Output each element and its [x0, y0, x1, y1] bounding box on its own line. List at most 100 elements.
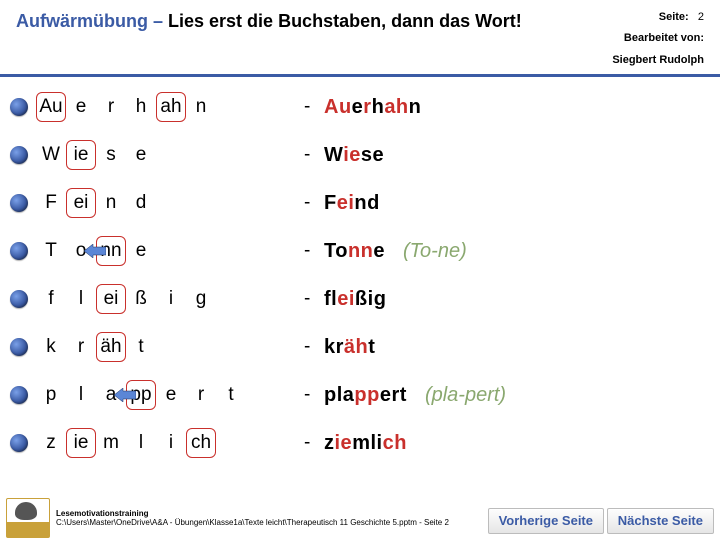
- letter-cell-boxed: ei: [66, 188, 96, 218]
- bullet-icon: [10, 386, 28, 404]
- letter-cell: [156, 188, 186, 218]
- letter-cell: i: [156, 428, 186, 458]
- letter-cell: ß: [126, 284, 156, 314]
- letter-cell-boxed: nn: [96, 236, 126, 266]
- pronunciation-hint: (To-ne): [403, 240, 467, 263]
- bullet-icon: [10, 194, 28, 212]
- dash: -: [304, 144, 324, 166]
- letter-cells: fleißig: [36, 284, 296, 314]
- next-page-button[interactable]: Nächste Seite: [607, 508, 714, 534]
- page-number: 2: [698, 11, 704, 23]
- letter-cell-boxed: äh: [96, 332, 126, 362]
- footer-text: Lesemotivationstraining C:\Users\Master\…: [56, 510, 449, 528]
- letter-cell: [246, 140, 276, 170]
- bullet-icon: [10, 146, 28, 164]
- dash: -: [304, 96, 324, 118]
- letter-cell: h: [126, 92, 156, 122]
- letter-cell: [246, 236, 276, 266]
- title-rest: Lies erst die Buchstaben, dann das Wort!: [168, 11, 522, 31]
- editor-label: Bearbeitet von:: [612, 31, 704, 46]
- letter-cell: r: [66, 332, 96, 362]
- letter-cell: [216, 140, 246, 170]
- letter-cells: Feind: [36, 188, 296, 218]
- letter-cell: [246, 380, 276, 410]
- dash: -: [304, 432, 324, 454]
- letter-cell: [216, 188, 246, 218]
- letter-cell: e: [156, 380, 186, 410]
- editor-name: Siegbert Rudolph: [612, 53, 704, 68]
- title-sep: –: [148, 11, 168, 31]
- letter-cell-boxed: pp: [126, 380, 156, 410]
- letter-cell: t: [126, 332, 156, 362]
- prev-page-button[interactable]: Vorherige Seite: [488, 508, 604, 534]
- letter-cell: g: [186, 284, 216, 314]
- letter-cell: i: [156, 284, 186, 314]
- meta: Seite: 2 Bearbeitet von: Siegbert Rudolp…: [612, 10, 704, 68]
- letter-cell-boxed: ch: [186, 428, 216, 458]
- letter-cell: k: [36, 332, 66, 362]
- letter-cell: T: [36, 236, 66, 266]
- letter-cell-boxed: ie: [66, 428, 96, 458]
- footer: Lesemotivationstraining C:\Users\Master\…: [0, 498, 720, 540]
- bullet-icon: [10, 242, 28, 260]
- pronunciation-hint: (pla-pert): [425, 384, 506, 407]
- letter-cell: n: [186, 92, 216, 122]
- exercise-row: kräht-kräht: [10, 323, 720, 371]
- letter-cell: s: [96, 140, 126, 170]
- bullet-icon: [10, 434, 28, 452]
- exercise-row: Wiese-Wiese: [10, 131, 720, 179]
- letter-cell: l: [126, 428, 156, 458]
- letter-cell: m: [96, 428, 126, 458]
- result-word: Tonne: [324, 240, 385, 263]
- letter-cell: [216, 428, 246, 458]
- bullet-icon: [10, 338, 28, 356]
- letter-cell: t: [216, 380, 246, 410]
- result-word: Wiese: [324, 144, 384, 167]
- letter-cell-boxed: ei: [96, 284, 126, 314]
- result-word: fleißig: [324, 288, 386, 311]
- logo-icon: [6, 498, 50, 538]
- letter-cell: e: [126, 236, 156, 266]
- letter-cell: W: [36, 140, 66, 170]
- letter-cell: F: [36, 188, 66, 218]
- letter-cell: f: [36, 284, 66, 314]
- letter-cell-boxed: ah: [156, 92, 186, 122]
- exercise-row: Feind-Feind: [10, 179, 720, 227]
- letter-cells: plappert: [36, 380, 296, 410]
- letter-cell: [156, 140, 186, 170]
- letter-cell: [246, 284, 276, 314]
- letter-cells: Tonne: [36, 236, 296, 266]
- letter-cells: Auerhahn: [36, 92, 296, 122]
- letter-cell: a: [96, 380, 126, 410]
- footer-path: C:\Users\Master\OneDrive\A&A - Übungen\K…: [56, 519, 449, 528]
- result-word: ziemlich: [324, 432, 407, 455]
- letter-cells: kräht: [36, 332, 296, 362]
- letter-cell: n: [96, 188, 126, 218]
- exercise-rows: Auerhahn-AuerhahnWiese-WieseFeind-FeindT…: [0, 77, 720, 467]
- letter-cells: Wiese: [36, 140, 296, 170]
- letter-cell: [216, 332, 246, 362]
- letter-cell: [156, 332, 186, 362]
- letter-cell: [246, 332, 276, 362]
- dash: -: [304, 192, 324, 214]
- result-word: Feind: [324, 192, 380, 215]
- exercise-row: Tonne-Tonne(To-ne): [10, 227, 720, 275]
- letter-cell: [246, 428, 276, 458]
- letter-cell-boxed: Au: [36, 92, 66, 122]
- letter-cell: r: [186, 380, 216, 410]
- exercise-row: plappert-plappert(pla-pert): [10, 371, 720, 419]
- exercise-row: Auerhahn-Auerhahn: [10, 83, 720, 131]
- dash: -: [304, 336, 324, 358]
- letter-cell: [156, 236, 186, 266]
- result-word: Auerhahn: [324, 96, 421, 119]
- exercise-row: ziemlich-ziemlich: [10, 419, 720, 467]
- dash: -: [304, 288, 324, 310]
- result-word: kräht: [324, 336, 375, 359]
- exercise-row: fleißig-fleißig: [10, 275, 720, 323]
- letter-cell: [186, 332, 216, 362]
- letter-cell: r: [96, 92, 126, 122]
- page-title: Aufwärmübung – Lies erst die Buchstaben,…: [16, 10, 612, 33]
- letter-cell: p: [36, 380, 66, 410]
- letter-cell: [246, 188, 276, 218]
- letter-cell: [246, 92, 276, 122]
